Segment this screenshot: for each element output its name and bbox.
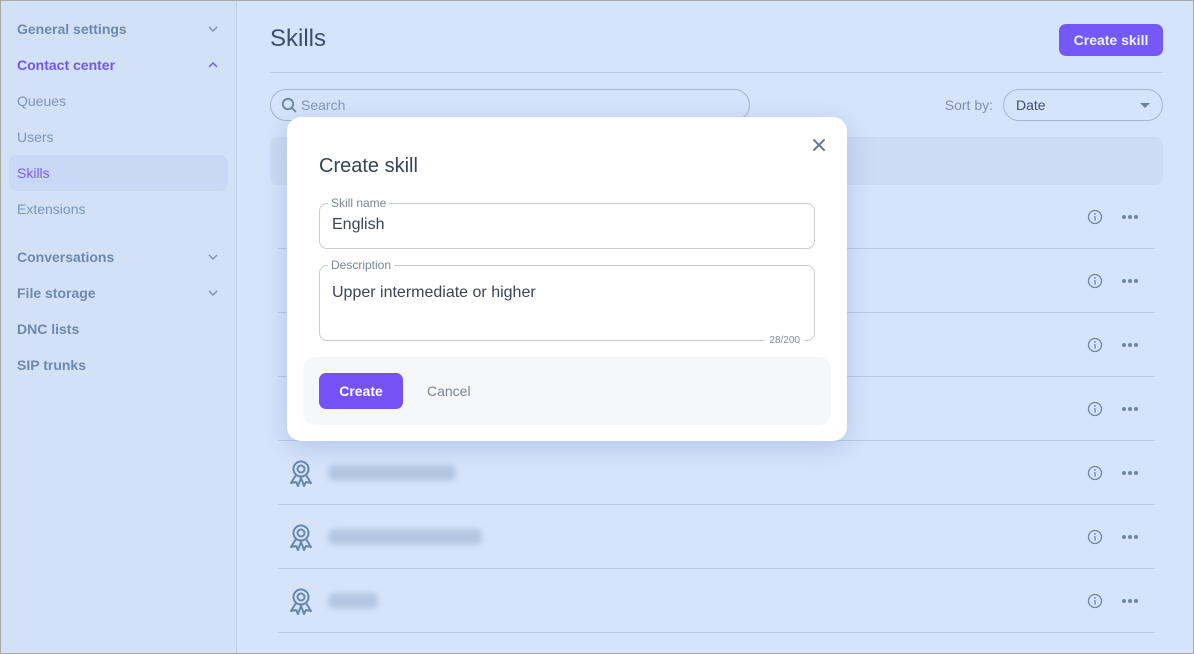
- award-icon: [290, 524, 312, 551]
- description-input[interactable]: Upper intermediate or higher: [332, 284, 802, 328]
- sidebar-item-label: Queues: [17, 93, 67, 109]
- skill-name-field: Skill name: [319, 196, 815, 249]
- sidebar-item-file-storage[interactable]: File storage: [9, 275, 228, 311]
- skill-row[interactable]: [278, 569, 1155, 633]
- row-actions: [1087, 465, 1155, 481]
- sort-dropdown[interactable]: Date: [1003, 89, 1163, 121]
- create-button[interactable]: Create: [319, 373, 403, 409]
- row-actions: [1087, 401, 1155, 417]
- chevron-up-icon: [208, 60, 218, 70]
- search-icon: [281, 97, 297, 113]
- search-input[interactable]: [301, 97, 749, 113]
- chevron-down-icon: [208, 252, 218, 262]
- sidebar-item-dnc-lists[interactable]: DNC lists: [9, 311, 228, 347]
- sidebar-item-label: Contact center: [17, 57, 116, 73]
- description-label: Description: [328, 258, 395, 272]
- sort-label: Sort by:: [944, 97, 993, 113]
- description-field: Description Upper intermediate or higher…: [319, 258, 815, 346]
- info-icon[interactable]: [1087, 209, 1103, 225]
- sidebar-item-label: Users: [17, 129, 54, 145]
- sidebar-item-label: General settings: [17, 21, 127, 37]
- sidebar-item-label: Conversations: [17, 249, 115, 265]
- skill-row[interactable]: [278, 505, 1155, 569]
- chevron-down-icon: [208, 24, 218, 34]
- sidebar-item-label: SIP trunks: [17, 357, 86, 373]
- sidebar-item-label: File storage: [17, 285, 96, 301]
- info-icon[interactable]: [1087, 593, 1103, 609]
- skill-name-blurred: [328, 464, 456, 481]
- sidebar-item-sip-trunks[interactable]: SIP trunks: [9, 347, 228, 383]
- char-counter: 28/200: [765, 335, 804, 346]
- info-icon[interactable]: [1087, 273, 1103, 289]
- award-icon: [290, 460, 312, 487]
- row-actions: [1087, 273, 1155, 289]
- sidebar-item-contact-center[interactable]: Contact center: [9, 47, 228, 83]
- more-horizontal-icon[interactable]: [1121, 534, 1139, 540]
- more-horizontal-icon[interactable]: [1121, 470, 1139, 476]
- sidebar-item-conversations[interactable]: Conversations: [9, 239, 228, 275]
- skill-row[interactable]: [278, 441, 1155, 505]
- sidebar-item-skills[interactable]: Skills: [9, 155, 228, 191]
- sidebar: General settings Contact center Queues U…: [1, 1, 237, 653]
- info-icon[interactable]: [1087, 337, 1103, 353]
- row-actions: [1087, 337, 1155, 353]
- modal-footer: Create Cancel: [303, 357, 831, 425]
- header-divider: [270, 72, 1163, 73]
- sort-value: Date: [1016, 97, 1046, 113]
- sidebar-item-queues[interactable]: Queues: [9, 83, 228, 119]
- caret-down-icon: [1140, 102, 1150, 108]
- skill-name-blurred: [328, 592, 378, 609]
- row-actions: [1087, 529, 1155, 545]
- info-icon[interactable]: [1087, 401, 1103, 417]
- sidebar-item-users[interactable]: Users: [9, 119, 228, 155]
- sidebar-item-label: Extensions: [17, 201, 86, 217]
- create-skill-button[interactable]: Create skill: [1059, 24, 1163, 56]
- modal-title: Create skill: [319, 155, 418, 177]
- more-horizontal-icon[interactable]: [1121, 278, 1139, 284]
- more-horizontal-icon[interactable]: [1121, 214, 1139, 220]
- info-icon[interactable]: [1087, 465, 1103, 481]
- sidebar-item-label: DNC lists: [17, 321, 80, 337]
- page-title: Skills: [270, 25, 327, 52]
- sidebar-item-extensions[interactable]: Extensions: [9, 191, 228, 227]
- skill-name-blurred: [328, 528, 482, 545]
- more-horizontal-icon[interactable]: [1121, 342, 1139, 348]
- chevron-down-icon: [208, 288, 218, 298]
- sidebar-item-general-settings[interactable]: General settings: [9, 11, 228, 47]
- row-actions: [1087, 209, 1155, 225]
- skill-name-label: Skill name: [328, 196, 390, 210]
- info-icon[interactable]: [1087, 529, 1103, 545]
- close-icon[interactable]: [811, 137, 827, 153]
- more-horizontal-icon[interactable]: [1121, 406, 1139, 412]
- cancel-button[interactable]: Cancel: [427, 373, 471, 409]
- create-skill-modal: Create skill Skill name Description Uppe…: [287, 117, 847, 441]
- skill-name-input[interactable]: [332, 216, 802, 234]
- sidebar-item-label: Skills: [17, 165, 50, 181]
- more-horizontal-icon[interactable]: [1121, 598, 1139, 604]
- row-actions: [1087, 593, 1155, 609]
- award-icon: [290, 588, 312, 615]
